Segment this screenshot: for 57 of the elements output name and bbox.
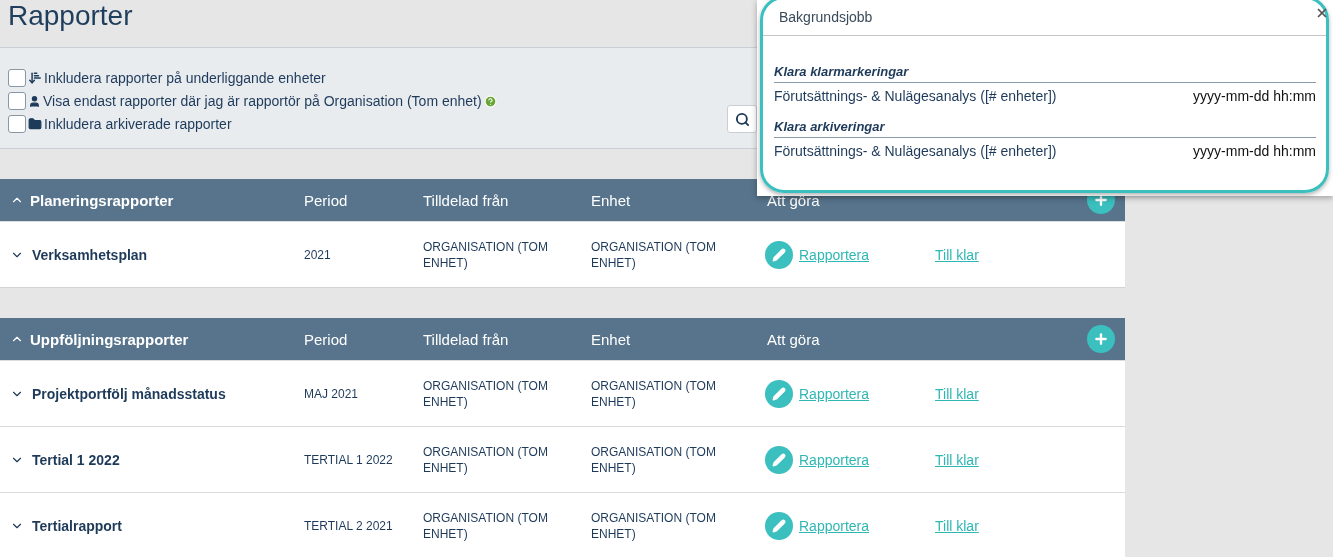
column-header: Period	[304, 191, 348, 209]
checkbox[interactable]	[8, 115, 26, 133]
page-title: Rapporter	[7, 0, 134, 33]
group-heading: Klara arkiveringar	[774, 115, 1316, 138]
unit-cell-text: ORGANISATION (TOM ENHET)	[591, 509, 717, 542]
group-heading: Klara klarmarkeringar	[774, 60, 1316, 83]
assigned-from-cell-text: ORGANISATION (TOM ENHET)	[423, 443, 549, 476]
done-link[interactable]: Till klar	[935, 517, 979, 534]
column-header: Att göra	[767, 330, 820, 348]
report-name[interactable]: Verksamhetsplan	[32, 246, 148, 263]
column-header: Enhet	[591, 191, 631, 209]
section-title: Planeringsrapporter	[30, 191, 174, 209]
filter-label: Inkludera arkiverade rapporter	[44, 116, 232, 132]
report-name[interactable]: Projektportfölj månadsstatus	[32, 385, 226, 402]
assigned-from-cell-text: ORGANISATION (TOM ENHET)	[423, 509, 549, 542]
unit-cell-text: ORGANISATION (TOM ENHET)	[591, 238, 717, 271]
unit-cell-text: ORGANISATION (TOM ENHET)	[591, 443, 717, 476]
done-link[interactable]: Till klar	[935, 385, 979, 402]
assigned-from-cell-text: ORGANISATION (TOM ENHET)	[423, 238, 549, 271]
add-button[interactable]	[1087, 325, 1115, 353]
period-cell-text: 2021	[304, 246, 332, 263]
period-cell-text: TERTIAL 1 2022	[304, 451, 394, 468]
search-icon	[734, 111, 750, 127]
filter-label: Inkludera rapporter på underliggande enheter	[44, 70, 326, 86]
job-name: Förutsättnings- & Nulägesanalys ([# enheter])	[774, 88, 1057, 104]
help-icon[interactable]	[483, 94, 497, 108]
column-header: Tilldelad från	[423, 191, 509, 209]
report-link[interactable]: Rapportera	[799, 385, 870, 402]
plus-icon	[1093, 331, 1109, 347]
unit-cell-text: ORGANISATION (TOM ENHET)	[591, 377, 717, 410]
filter-label: Visa endast rapporter där jag är rapportör på Organisation (Tom enhet)	[43, 93, 482, 109]
column-header: Tilldelad från	[423, 330, 509, 348]
column-header: Att göra	[767, 191, 820, 209]
period-cell-text: TERTIAL 2 2021	[304, 517, 394, 534]
popup-title: Bakgrundsjobb	[763, 0, 1326, 36]
sort-icon	[28, 71, 42, 85]
report-link[interactable]: Rapportera	[799, 451, 870, 468]
checkbox[interactable]	[8, 92, 26, 110]
checkbox[interactable]	[8, 69, 26, 87]
assigned-from-cell-text: ORGANISATION (TOM ENHET)	[423, 377, 549, 410]
report-link[interactable]: Rapportera	[799, 517, 870, 534]
done-link[interactable]: Till klar	[935, 246, 979, 263]
folder-icon	[28, 117, 42, 131]
close-icon[interactable]	[1315, 6, 1329, 20]
period-cell-text: MAJ 2021	[304, 385, 360, 402]
search-button[interactable]	[727, 105, 757, 133]
job-name: Förutsättnings- & Nulägesanalys ([# enheter])	[774, 143, 1057, 159]
done-link[interactable]: Till klar	[935, 451, 979, 468]
section-title: Uppföljningsrapporter	[30, 330, 189, 348]
report-link[interactable]: Rapportera	[799, 246, 870, 263]
column-header: Enhet	[591, 330, 631, 348]
report-name[interactable]: Tertialrapport	[32, 517, 122, 534]
user-icon	[28, 94, 41, 108]
job-time: yyyy-mm-dd hh:mm	[1193, 143, 1316, 159]
job-time: yyyy-mm-dd hh:mm	[1193, 88, 1316, 104]
report-name[interactable]: Tertial 1 2022	[32, 451, 120, 468]
column-header: Period	[304, 330, 348, 348]
